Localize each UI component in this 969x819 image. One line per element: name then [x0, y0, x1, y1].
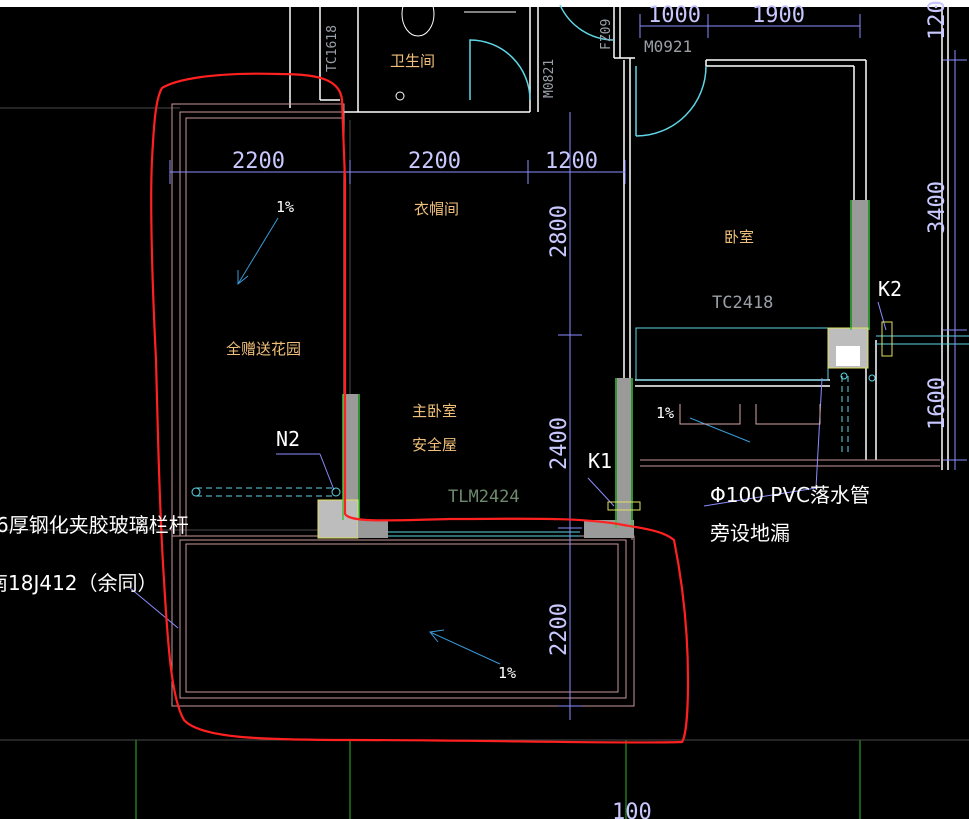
tag-n2: N2	[276, 427, 300, 451]
slope-label-right: 1%	[656, 404, 674, 422]
dim-top-120: 120	[925, 0, 950, 40]
dim-vert-3400: 3400	[925, 181, 950, 234]
room-garden: 全赠送花园	[226, 340, 301, 358]
dim-vert-2800: 2800	[547, 205, 572, 258]
grid-lines	[0, 107, 969, 741]
note-pvc-pipe: Φ100 PVC落水管	[710, 483, 870, 507]
note-railing: 6厚钢化夹胶玻璃栏杆	[0, 513, 189, 537]
tag-m0921: M0921	[644, 37, 692, 56]
drain-n2-circle	[331, 487, 341, 497]
tag-tc1618: TC1618	[325, 25, 340, 72]
dim-top-1000: 1000	[648, 3, 701, 28]
room-master-bedroom: 主卧室	[412, 402, 457, 420]
toilet-fixture	[395, 0, 516, 101]
slope-labels: 1% 1% 1%	[276, 198, 674, 682]
room-cloakroom: 衣帽间	[414, 200, 459, 218]
column-edges-green	[342, 200, 870, 528]
top-border	[0, 0, 969, 7]
slope-label-bottom: 1%	[498, 664, 516, 682]
railing-end	[191, 487, 201, 497]
tag-k2: K2	[878, 277, 902, 301]
room-safe-room: 安全屋	[412, 436, 457, 454]
dim-bottom-100: 100	[612, 800, 652, 819]
dim-2200-left: 2200	[232, 149, 285, 174]
slope-label-top: 1%	[276, 198, 294, 216]
dim-vert-2200: 2200	[547, 603, 572, 656]
dim-2200-mid: 2200	[408, 149, 461, 174]
dim-vert-2400: 2400	[547, 417, 572, 470]
floor-plan-drawing: 1000 1900 2200 2200 1200 100 2800 2400 2…	[0, 0, 969, 819]
tag-tlm2424: TLM2424	[448, 487, 520, 507]
axis-lines	[135, 740, 861, 819]
dim-vert-1600: 1600	[925, 377, 950, 430]
room-bathroom: 卫生间	[390, 52, 435, 70]
tag-tc2418: TC2418	[712, 293, 773, 313]
plumbing-symbols	[679, 404, 821, 425]
room-bedroom: 卧室	[724, 228, 754, 246]
tag-fz09: FZ09	[599, 19, 614, 50]
slope-arrows	[237, 217, 751, 665]
key-tags: N2 K1 K2	[276, 277, 902, 473]
dim-top-1900: 1900	[752, 3, 805, 28]
drain-pipe-circle	[868, 374, 876, 382]
cad-canvas: 1000 1900 2200 2200 1200 100 2800 2400 2…	[0, 0, 969, 819]
notes: Φ100 PVC落水管 旁设地漏 6厚钢化夹胶玻璃栏杆 南18J412（余同）	[0, 483, 870, 595]
note-floor-drain: 旁设地漏	[710, 521, 790, 545]
tag-m0821: M0821	[542, 59, 557, 98]
tag-k1: K1	[588, 449, 612, 473]
note-reference: 南18J412（余同）	[0, 571, 158, 595]
dim-1200: 1200	[545, 149, 598, 174]
